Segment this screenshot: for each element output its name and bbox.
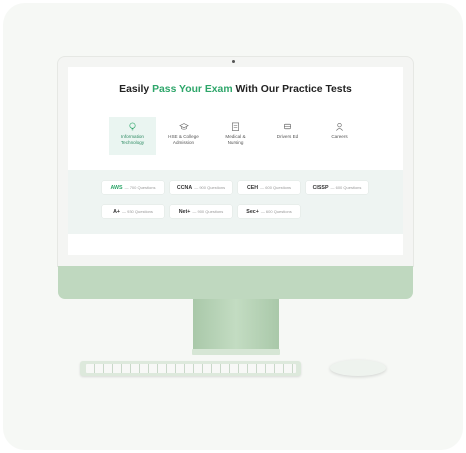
exam-chip-ceh[interactable]: CEH — 600 Questions [238,181,300,194]
tab-label-line2: Technology [120,139,145,145]
tab-hse-college-admission[interactable]: HSE & College Admission [160,117,207,155]
exam-chip-aws[interactable]: AWS — 700 Questions [102,181,164,194]
exam-chip-ccna[interactable]: CCNA — 900 Questions [170,181,232,194]
exam-question-count: — 600 Questions [260,185,292,190]
headline-part1: Easily [119,84,153,95]
tab-label-line2: Nursing [227,139,244,145]
exam-name: CISSP [312,184,329,191]
tab-label-line2: Admission [172,139,195,145]
exam-question-count: — 900 Questions [194,185,226,190]
page-headline: Easily Pass Your Exam With Our Practice … [68,84,403,95]
monitor-chin [58,266,413,299]
exam-name: Net+ [178,208,191,215]
monitor-stand-foot [192,349,280,355]
graduation-cap-icon [178,123,189,130]
webcam [232,60,235,63]
cloud-bulb-icon [129,122,136,131]
clipboard-icon [232,122,239,131]
exam-list-panel: AWS — 700 Questions CCNA — 900 Questions… [68,170,403,234]
tab-drivers-ed[interactable]: Drivers Ed [264,117,311,155]
tab-medical-nursing[interactable]: Medical & Nursing [212,117,259,155]
tab-information-technology[interactable]: Information Technology [109,117,156,155]
headline-highlight: Pass Your Exam [152,84,233,95]
exam-question-count: — 900 Questions [192,209,224,214]
person-icon [336,123,343,131]
exam-chip-sec-plus[interactable]: Sec+ — 600 Questions [238,205,300,218]
category-tabs: Information Technology HSE & College Adm… [68,117,403,155]
exam-name: CCNA [176,184,193,191]
exam-question-count: — 930 Questions [122,209,153,214]
tab-label-line1: Drivers Ed [276,134,299,139]
exam-chip-net-plus[interactable]: Net+ — 900 Questions [170,205,232,218]
monitor-stand [193,299,279,351]
car-icon [284,123,291,130]
screen: Easily Pass Your Exam With Our Practice … [68,67,403,255]
mouse [330,360,386,376]
exam-name: Sec+ [246,208,259,215]
tab-label-line1: Careers [331,134,348,139]
exam-chip-a-plus[interactable]: A+ — 930 Questions [102,205,164,218]
tab-careers[interactable]: Careers [316,117,363,155]
exam-name: A+ [113,208,120,215]
exam-name: AWS [110,184,123,191]
exam-name: CEH [246,184,259,191]
exam-question-count: — 600 Questions [330,185,362,190]
headline-part2: With Our Practice Tests [232,84,352,95]
exam-question-count: — 600 Questions [260,209,292,214]
exam-question-count: — 700 Questions [124,185,156,190]
keyboard-keys [86,364,296,373]
exam-chip-cissp[interactable]: CISSP — 600 Questions [306,181,368,194]
